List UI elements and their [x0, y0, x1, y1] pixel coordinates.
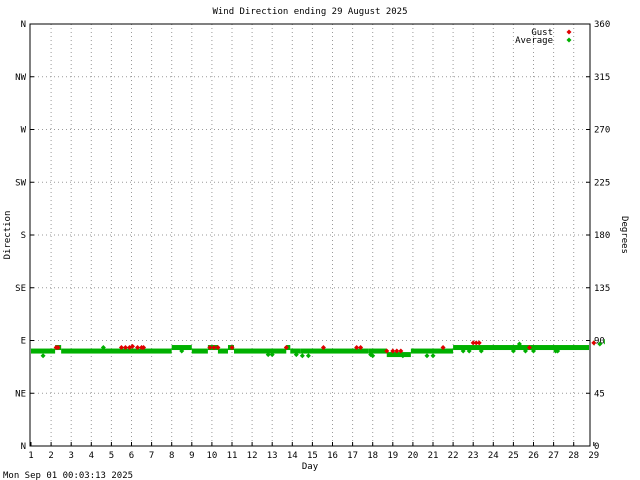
x-axis-label: Day [302, 462, 319, 472]
x-tick-label: 4 [89, 451, 94, 461]
x-tick-label: 14 [287, 451, 298, 461]
x-tick-label: 27 [548, 451, 559, 461]
x-tick-label: 2 [48, 451, 53, 461]
average-band [31, 348, 56, 354]
x-tick-label: 23 [468, 451, 479, 461]
y-axis-left-label: Direction [3, 211, 13, 260]
average-band [386, 352, 411, 358]
y-tick-label-right: 180 [594, 231, 610, 241]
y-tick-label-left: NE [15, 389, 26, 399]
average-band [453, 345, 589, 351]
x-tick-label: 10 [206, 451, 217, 461]
y-tick-label-left: S [21, 231, 26, 241]
x-tick-label: 6 [129, 451, 134, 461]
y-tick-label-left: NW [15, 73, 26, 83]
y-tick-label-right: 360 [594, 20, 610, 30]
x-tick-label: 26 [528, 451, 539, 461]
x-tick-label: 5 [109, 451, 114, 461]
y-tick-label-left: N [21, 442, 26, 452]
average-band [61, 348, 172, 354]
legend-label-average: Average [515, 36, 553, 46]
y-axis-right-label: Degrees [619, 216, 629, 254]
x-tick-label: 25 [508, 451, 519, 461]
x-tick-label: 3 [68, 451, 73, 461]
y-tick-label-left: E [21, 337, 26, 347]
average-band [290, 348, 301, 354]
x-tick-label: 17 [347, 451, 358, 461]
average-band [234, 348, 287, 354]
chart-title: Wind Direction ending 29 August 2025 [212, 7, 407, 17]
x-tick-label: 15 [307, 451, 318, 461]
y-tick-label-right: 135 [594, 284, 610, 294]
x-tick-label: 16 [327, 451, 338, 461]
x-tick-label: 8 [169, 451, 174, 461]
x-tick-label: 12 [247, 451, 258, 461]
x-tick-label: 9 [189, 451, 194, 461]
x-tick-label: 20 [407, 451, 418, 461]
x-tick-label: 28 [568, 451, 579, 461]
x-tick-label: 18 [367, 451, 378, 461]
y-tick-label-left: W [21, 126, 27, 136]
chart-background [0, 0, 640, 480]
x-tick-label: 19 [387, 451, 398, 461]
x-tick-label: 1 [28, 451, 33, 461]
average-band [300, 348, 369, 354]
x-tick-label: 24 [488, 451, 499, 461]
x-tick-label: 29 [588, 451, 599, 461]
y-tick-label-right: 315 [594, 73, 610, 83]
y-tick-label-right: 45 [594, 389, 605, 399]
average-band [603, 339, 605, 345]
average-band [191, 348, 208, 354]
x-tick-label: 11 [227, 451, 238, 461]
y-tick-label-left: SE [15, 284, 26, 294]
x-tick-label: 13 [267, 451, 278, 461]
footer-timestamp: Mon Sep 01 00:03:13 2025 [3, 471, 133, 480]
x-tick-label: 21 [428, 451, 439, 461]
y-tick-label-right: 270 [594, 126, 610, 136]
y-tick-label-left: SW [15, 178, 26, 188]
x-tick-label: 22 [448, 451, 459, 461]
average-band [410, 348, 454, 354]
y-tick-label-right: 225 [594, 178, 610, 188]
wind-direction-chart: Wind Direction ending 29 August 2025 NNE… [0, 0, 640, 480]
x-tick-label: 7 [149, 451, 154, 461]
y-tick-label-left: N [21, 20, 26, 30]
